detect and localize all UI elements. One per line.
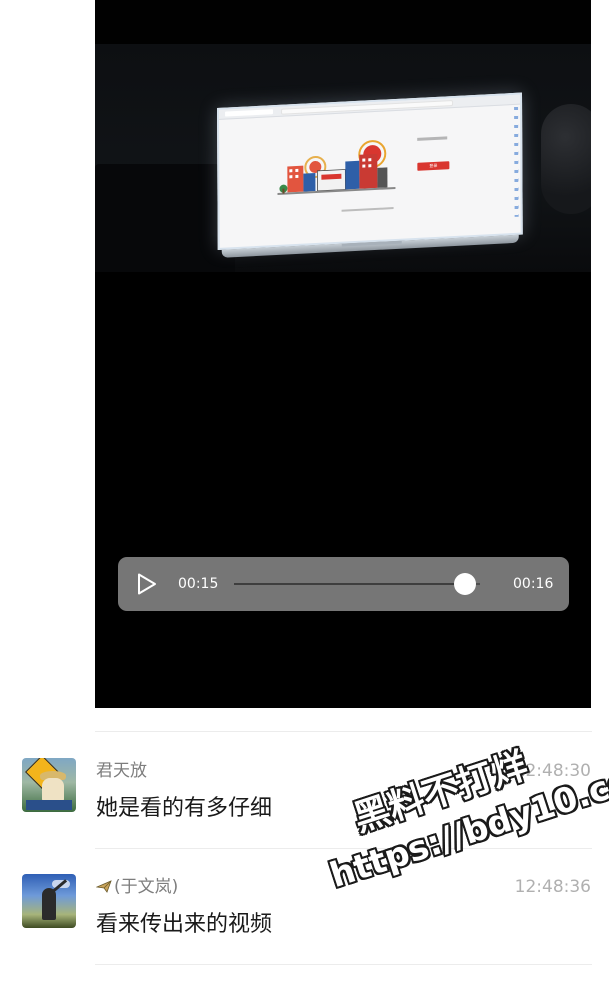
website-caption xyxy=(417,136,448,141)
message-text[interactable]: 她是看的有多仔细 xyxy=(96,794,272,824)
progress-track[interactable] xyxy=(234,583,480,585)
message-time: 12:48:36 xyxy=(514,877,591,897)
avatar[interactable] xyxy=(22,874,76,928)
divider xyxy=(95,848,592,849)
browser-tab xyxy=(225,109,274,117)
play-icon[interactable] xyxy=(136,573,158,595)
laptop-display: 登录 xyxy=(217,92,523,250)
video-control-bar: 00:15 00:16 xyxy=(118,557,569,611)
website-illustration xyxy=(277,140,396,195)
video-letterbox-top xyxy=(95,0,591,44)
message-text[interactable]: 看来传出来的视频 xyxy=(96,910,272,940)
sender-name-text: (于文岚) xyxy=(114,877,179,897)
video-letterbox-bottom xyxy=(95,272,591,708)
chat-message: (于文岚) 12:48:36 看来传出来的视频 xyxy=(0,874,609,984)
total-time: 00:16 xyxy=(513,576,554,592)
website-red-button: 登录 xyxy=(417,161,450,171)
browser-url-bar xyxy=(281,100,454,115)
progress-fill xyxy=(234,583,466,585)
current-time: 00:15 xyxy=(178,576,219,592)
browser-side-icons xyxy=(514,106,519,217)
browser-bar xyxy=(219,94,521,120)
message-time: 12:48:30 xyxy=(514,761,591,781)
avatar[interactable] xyxy=(22,758,76,812)
bear-figure xyxy=(42,778,64,802)
bench-shape xyxy=(26,800,72,810)
video-frame-scene: 登录 xyxy=(95,44,591,314)
sender-name[interactable]: (于文岚) xyxy=(96,876,178,898)
divider xyxy=(95,731,592,732)
person-silhouette xyxy=(42,888,56,920)
progress-knob[interactable] xyxy=(454,573,477,595)
plane-icon xyxy=(96,880,112,893)
scene-chair xyxy=(541,104,591,214)
sender-name[interactable]: 君天放 xyxy=(96,760,147,782)
website-footer-text xyxy=(341,207,394,212)
divider xyxy=(95,964,592,965)
laptop-screen: 登录 xyxy=(217,92,523,258)
chat-message: 君天放 12:48:30 她是看的有多仔细 xyxy=(0,758,609,868)
